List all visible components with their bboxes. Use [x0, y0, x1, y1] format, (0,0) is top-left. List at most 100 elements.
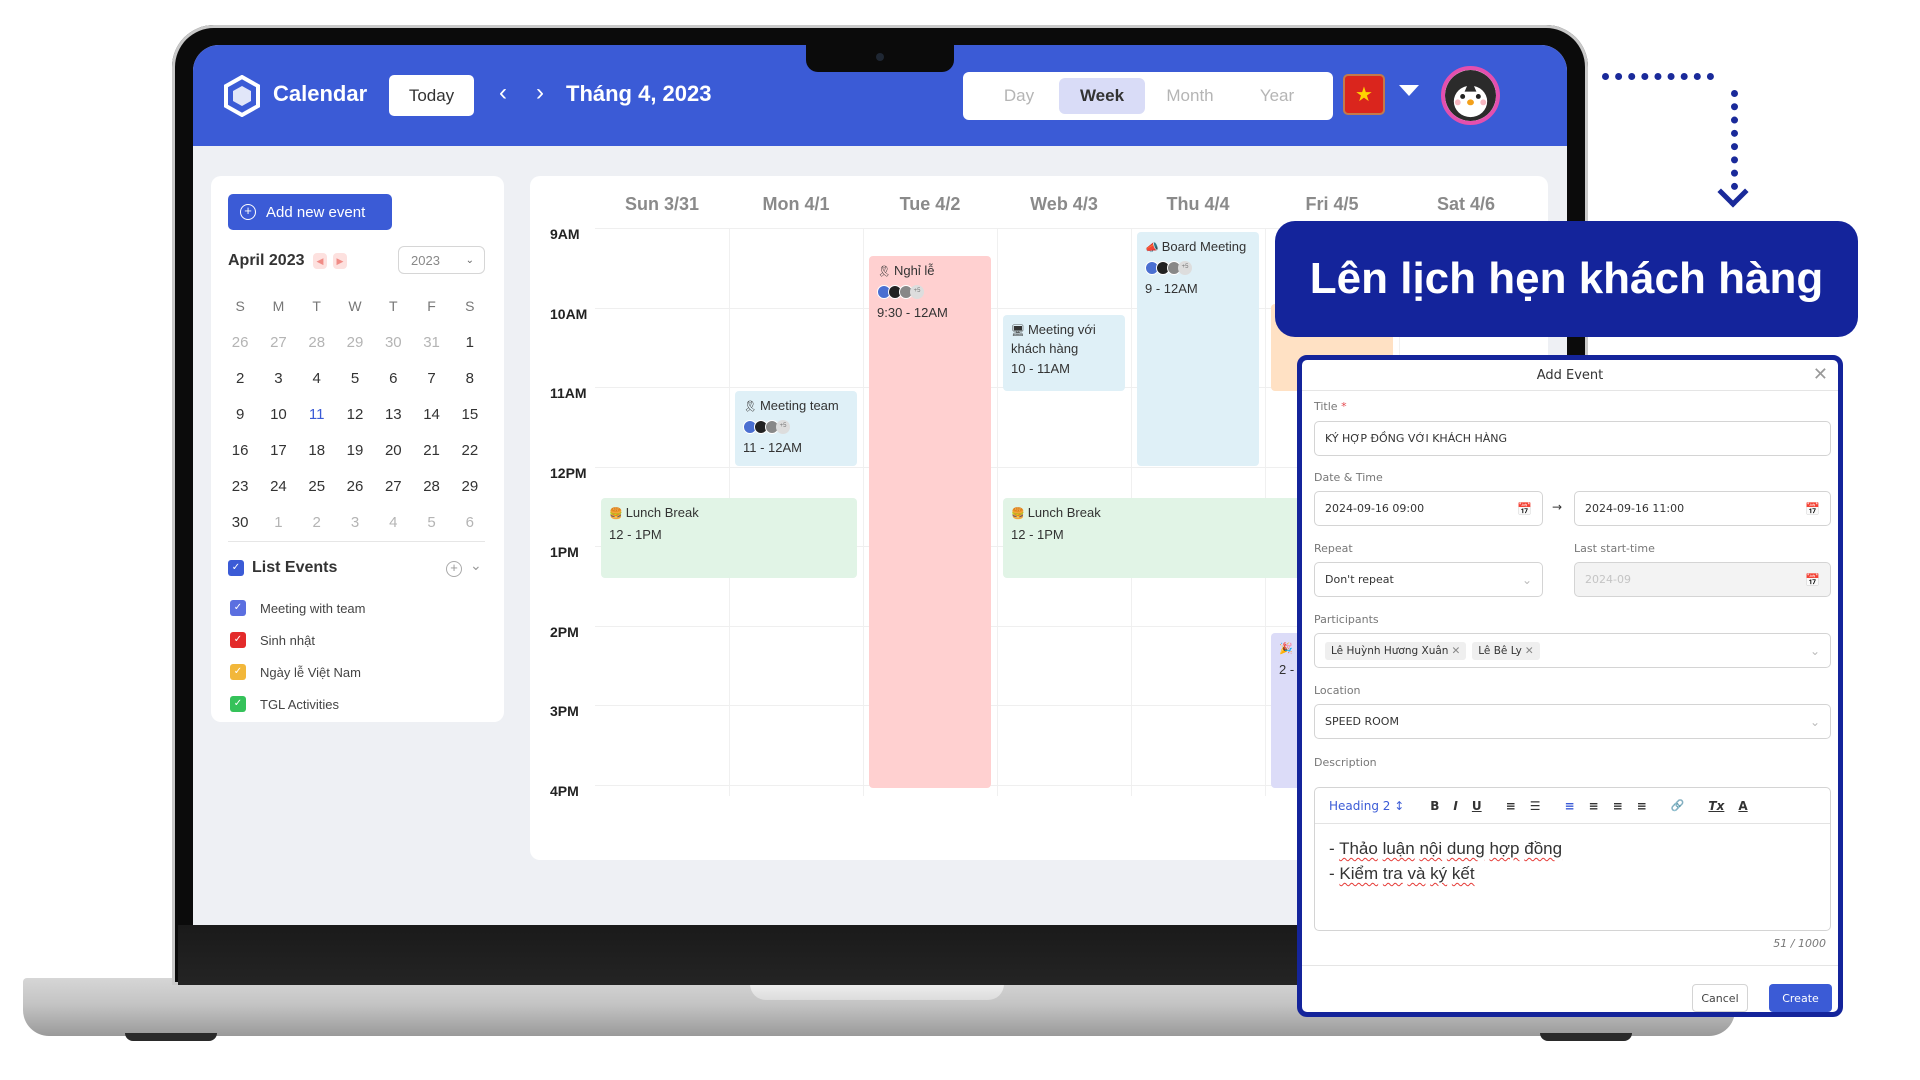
end-datetime-input[interactable]: 2024-09-16 11:00 📅	[1574, 491, 1831, 526]
mini-calendar-day[interactable]: 2	[221, 370, 259, 387]
mini-calendar-day[interactable]: 25	[298, 478, 336, 495]
category-checkbox[interactable]: ✓	[230, 696, 246, 712]
tab-day[interactable]: Day	[976, 78, 1062, 114]
user-avatar[interactable]	[1441, 66, 1500, 125]
align-right-icon[interactable]: ≡	[1613, 799, 1623, 813]
heading-select[interactable]: Heading 2 ↕	[1329, 799, 1404, 813]
vietnam-flag-icon[interactable]: ★	[1343, 74, 1385, 115]
mini-calendar-day[interactable]: 29	[336, 334, 374, 351]
underline-button[interactable]: U	[1472, 799, 1482, 813]
mini-calendar-day[interactable]: 17	[259, 442, 297, 459]
mini-calendar-day[interactable]: 26	[336, 478, 374, 495]
mini-calendar-day[interactable]: 27	[374, 478, 412, 495]
mini-calendar-day[interactable]: 22	[451, 442, 489, 459]
mini-calendar-day[interactable]: 15	[451, 406, 489, 423]
mini-calendar-day[interactable]: 11	[298, 406, 336, 423]
repeat-select[interactable]: Don't repeat ⌄	[1314, 562, 1543, 597]
description-text[interactable]: - Thảo luận nội dung hợp đồng - Kiểm tra…	[1329, 836, 1562, 886]
calendar-event[interactable]: 📣 Board Meeting +5 9 - 12AM	[1137, 231, 1259, 467]
mini-calendar-day[interactable]: 5	[336, 370, 374, 387]
today-button[interactable]: Today	[389, 75, 474, 116]
text-color-icon[interactable]: A	[1738, 799, 1747, 813]
link-icon[interactable]: 🔗	[1671, 799, 1685, 812]
mini-calendar-day[interactable]: 30	[221, 514, 259, 531]
chevron-right-icon[interactable]: ›	[536, 79, 544, 107]
mini-calendar-day[interactable]: 30	[374, 334, 412, 351]
tab-year[interactable]: Year	[1234, 78, 1320, 114]
add-new-event-button[interactable]: + Add new event	[228, 194, 392, 230]
mini-calendar-day[interactable]: 19	[336, 442, 374, 459]
annotation-dotted-line	[1602, 73, 1714, 80]
mini-calendar-day[interactable]: 6	[374, 370, 412, 387]
mini-calendar-day[interactable]: 7	[412, 370, 450, 387]
calendar-event[interactable]: 🎗 Nghỉ lễ +5 9:30 - 12AM	[869, 255, 991, 789]
mini-calendar-day[interactable]: 21	[412, 442, 450, 459]
description-editor[interactable]: Heading 2 ↕ B I U ≡ ☰ ≡ ≡ ≡ ≡ 🔗 Tx A - T…	[1314, 787, 1831, 931]
bold-button[interactable]: B	[1430, 799, 1439, 813]
category-checkbox[interactable]: ✓	[230, 664, 246, 680]
mini-calendar-day[interactable]: 29	[451, 478, 489, 495]
mini-calendar-day[interactable]: 23	[221, 478, 259, 495]
close-icon[interactable]: ✕	[1813, 364, 1828, 385]
chevron-left-icon[interactable]: ‹	[499, 79, 507, 107]
title-input[interactable]: KÝ HỢP ĐỒNG VỚI KHÁCH HÀNG	[1314, 421, 1831, 456]
mini-calendar-day[interactable]: 3	[336, 514, 374, 531]
mini-calendar-day[interactable]: 28	[412, 478, 450, 495]
calendar-event[interactable]: 🖥 Meeting với khách hàng 10 - 11AM	[1003, 315, 1125, 391]
list-events-item[interactable]: ✓ TGL Activities	[230, 688, 366, 720]
add-list-icon[interactable]: +	[446, 561, 462, 577]
location-select[interactable]: SPEED ROOM ⌄	[1314, 704, 1831, 739]
clear-format-icon[interactable]: Tx	[1708, 799, 1724, 813]
calendar-event[interactable]: 🍔 Lunch Break 12 - 1PM	[1003, 498, 1313, 578]
ordered-list-icon[interactable]: ≡	[1506, 799, 1516, 813]
mini-calendar-day[interactable]: 10	[259, 406, 297, 423]
mini-calendar-day[interactable]: 16	[221, 442, 259, 459]
year-select[interactable]: 2023 ⌄	[398, 246, 485, 274]
mini-calendar-day[interactable]: 27	[259, 334, 297, 351]
mini-calendar-day[interactable]: 1	[451, 334, 489, 351]
calendar-event[interactable]: 🍔 Lunch Break 12 - 1PM	[601, 498, 857, 578]
category-checkbox[interactable]: ✓	[230, 600, 246, 616]
list-events-item[interactable]: ✓ Meeting with team	[230, 592, 366, 624]
mini-calendar-day[interactable]: 4	[298, 370, 336, 387]
mini-calendar-day[interactable]: 20	[374, 442, 412, 459]
mini-calendar-day[interactable]: 3	[259, 370, 297, 387]
start-datetime-input[interactable]: 2024-09-16 09:00 📅	[1314, 491, 1543, 526]
mini-calendar-day[interactable]: 26	[221, 334, 259, 351]
mini-calendar-day[interactable]: 5	[412, 514, 450, 531]
align-center-icon[interactable]: ≡	[1589, 799, 1599, 813]
tab-week[interactable]: Week	[1059, 78, 1145, 114]
participants-select[interactable]: Lê Huỳnh Hương Xuân ✕ Lê Bê Ly ✕ ⌄	[1314, 633, 1831, 668]
category-checkbox[interactable]: ✓	[230, 632, 246, 648]
mini-calendar-day[interactable]: 4	[374, 514, 412, 531]
list-events-checkbox[interactable]: ✓	[228, 560, 244, 576]
mini-calendar-day[interactable]: 1	[259, 514, 297, 531]
mini-calendar-day[interactable]: 12	[336, 406, 374, 423]
align-left-icon[interactable]: ≡	[1564, 799, 1574, 813]
mini-calendar-day[interactable]: 6	[451, 514, 489, 531]
bullet-list-icon[interactable]: ☰	[1530, 799, 1541, 813]
calendar-event[interactable]: 🎗 Meeting team +5 11 - 12AM	[735, 390, 857, 467]
mini-calendar-day[interactable]: 31	[412, 334, 450, 351]
mini-next-month-icon[interactable]: ▶	[333, 253, 347, 269]
justify-icon[interactable]: ≡	[1637, 799, 1647, 813]
create-button[interactable]: Create	[1769, 984, 1832, 1012]
mini-prev-month-icon[interactable]: ◀	[313, 253, 327, 269]
cancel-button[interactable]: Cancel	[1692, 984, 1748, 1012]
list-events-item[interactable]: ✓ Sinh nhật	[230, 624, 366, 656]
mini-calendar-day[interactable]: 18	[298, 442, 336, 459]
mini-calendar-day[interactable]: 9	[221, 406, 259, 423]
remove-tag-icon[interactable]: ✕	[1525, 645, 1534, 657]
list-events-item[interactable]: ✓ Ngày lễ Việt Nam	[230, 656, 366, 688]
mini-calendar-day[interactable]: 24	[259, 478, 297, 495]
mini-calendar-day[interactable]: 14	[412, 406, 450, 423]
remove-tag-icon[interactable]: ✕	[1451, 645, 1460, 657]
caret-down-icon[interactable]	[1399, 85, 1419, 96]
italic-button[interactable]: I	[1453, 799, 1457, 813]
mini-calendar-day[interactable]: 2	[298, 514, 336, 531]
mini-calendar-day[interactable]: 8	[451, 370, 489, 387]
mini-calendar-day[interactable]: 28	[298, 334, 336, 351]
mini-calendar-day[interactable]: 13	[374, 406, 412, 423]
chevron-down-icon[interactable]: ⌄	[470, 557, 482, 574]
tab-month[interactable]: Month	[1147, 78, 1233, 114]
